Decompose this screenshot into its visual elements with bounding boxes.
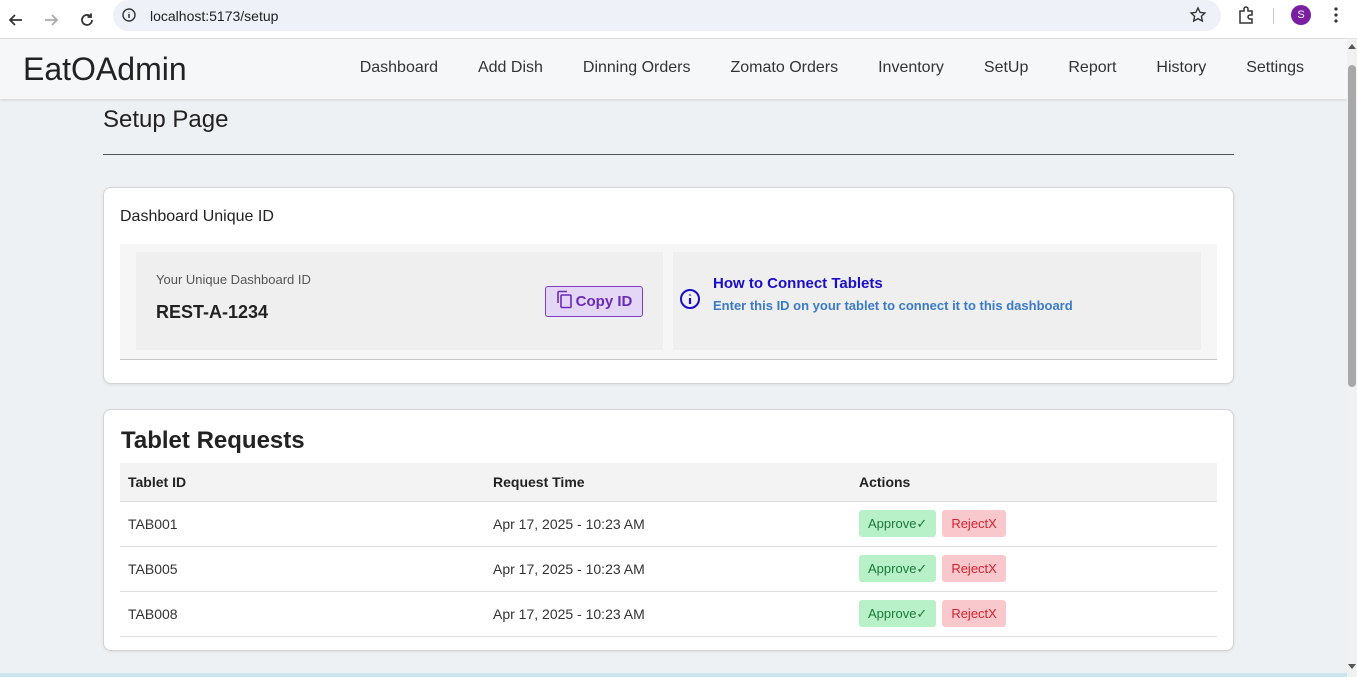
profile-avatar[interactable]: S — [1291, 5, 1311, 25]
nav-settings[interactable]: Settings — [1246, 59, 1304, 77]
url-text: localhost:5173/setup — [150, 8, 279, 24]
scroll-up-arrow-icon[interactable] — [1348, 44, 1356, 49]
table-header-row: Tablet ID Request Time Actions — [120, 463, 1217, 502]
bookmark-star-icon[interactable] — [1189, 6, 1207, 29]
approve-button[interactable]: Approve✓ — [859, 600, 937, 627]
actions-cell: Approve✓ RejectX — [851, 546, 1217, 592]
app-header: EatOAdmin Dashboard Add Dish Dinning Ord… — [0, 39, 1347, 99]
info-icon — [679, 288, 701, 315]
extensions-icon[interactable] — [1236, 5, 1256, 30]
column-header: Actions — [851, 463, 1217, 502]
tablet-requests-table: Tablet ID Request Time Actions TAB001 Ap… — [120, 463, 1217, 637]
nav-report[interactable]: Report — [1068, 59, 1116, 77]
tablet-requests-card: Tablet Requests Tablet ID Request Time A… — [103, 409, 1234, 651]
reject-button[interactable]: RejectX — [942, 600, 1006, 627]
title-divider — [103, 154, 1234, 155]
nav-history[interactable]: History — [1156, 59, 1206, 77]
request-time-cell: Apr 17, 2025 - 10:23 AM — [485, 591, 851, 637]
brand-logo[interactable]: EatOAdmin — [23, 51, 187, 88]
back-icon[interactable] — [2, 6, 30, 34]
column-header: Request Time — [485, 463, 851, 502]
table-row: TAB001 Apr 17, 2025 - 10:23 AM Approve✓ … — [120, 501, 1217, 547]
id-box: Your Unique Dashboard ID REST-A-1234 Cop… — [136, 252, 663, 350]
browser-toolbar: localhost:5173/setup S — [0, 0, 1357, 39]
approve-button[interactable]: Approve✓ — [859, 510, 937, 537]
connect-info-box: How to Connect Tablets Enter this ID on … — [673, 252, 1201, 350]
approve-button[interactable]: Approve✓ — [859, 555, 937, 582]
dashboard-id-card: Dashboard Unique ID Your Unique Dashboar… — [103, 187, 1234, 384]
nav-add-dish[interactable]: Add Dish — [478, 59, 543, 77]
forward-icon[interactable] — [37, 6, 65, 34]
info-title: How to Connect Tablets — [713, 275, 883, 292]
reject-button[interactable]: RejectX — [942, 510, 1006, 537]
reload-icon[interactable] — [73, 6, 101, 34]
request-time-cell: Apr 17, 2025 - 10:23 AM — [485, 501, 851, 547]
copy-id-button[interactable]: Copy ID — [545, 286, 643, 317]
scroll-thumb[interactable] — [1348, 65, 1356, 387]
page-scrollbar[interactable] — [1347, 39, 1357, 677]
copy-icon — [556, 290, 573, 313]
main-nav: Dashboard Add Dish Dinning Orders Zomato… — [360, 59, 1304, 77]
tablet-id-cell: TAB001 — [120, 501, 485, 547]
toolbar-divider — [1273, 8, 1274, 24]
section-title: Tablet Requests — [121, 427, 305, 454]
nav-inventory[interactable]: Inventory — [878, 59, 944, 77]
actions-cell: Approve✓ RejectX — [851, 591, 1217, 637]
column-header: Tablet ID — [120, 463, 485, 502]
nav-zomato-orders[interactable]: Zomato Orders — [731, 59, 839, 77]
copy-id-label: Copy ID — [575, 293, 633, 310]
tablet-id-cell: TAB005 — [120, 546, 485, 592]
info-description: Enter this ID on your tablet to connect … — [713, 298, 1073, 313]
nav-setup[interactable]: SetUp — [984, 59, 1028, 77]
id-section: Your Unique Dashboard ID REST-A-1234 Cop… — [120, 244, 1217, 360]
tablet-id-cell: TAB008 — [120, 591, 485, 637]
actions-cell: Approve✓ RejectX — [851, 501, 1217, 547]
dashboard-id-value: REST-A-1234 — [156, 302, 269, 322]
page-title: Setup Page — [103, 106, 229, 133]
card-title: Dashboard Unique ID — [120, 208, 274, 225]
address-bar[interactable]: localhost:5173/setup — [113, 0, 1221, 31]
page-bottom-edge — [0, 673, 1347, 677]
nav-dashboard[interactable]: Dashboard — [360, 59, 438, 77]
request-time-cell: Apr 17, 2025 - 10:23 AM — [485, 546, 851, 592]
browser-menu-icon[interactable] — [1326, 5, 1346, 30]
site-info-icon[interactable] — [122, 8, 136, 27]
reject-button[interactable]: RejectX — [942, 555, 1006, 582]
scroll-down-arrow-icon[interactable] — [1348, 664, 1356, 669]
nav-dinning-orders[interactable]: Dinning Orders — [583, 59, 691, 77]
id-label: Your Unique Dashboard ID — [156, 272, 311, 287]
table-row: TAB008 Apr 17, 2025 - 10:23 AM Approve✓ … — [120, 591, 1217, 637]
table-row: TAB005 Apr 17, 2025 - 10:23 AM Approve✓ … — [120, 546, 1217, 592]
